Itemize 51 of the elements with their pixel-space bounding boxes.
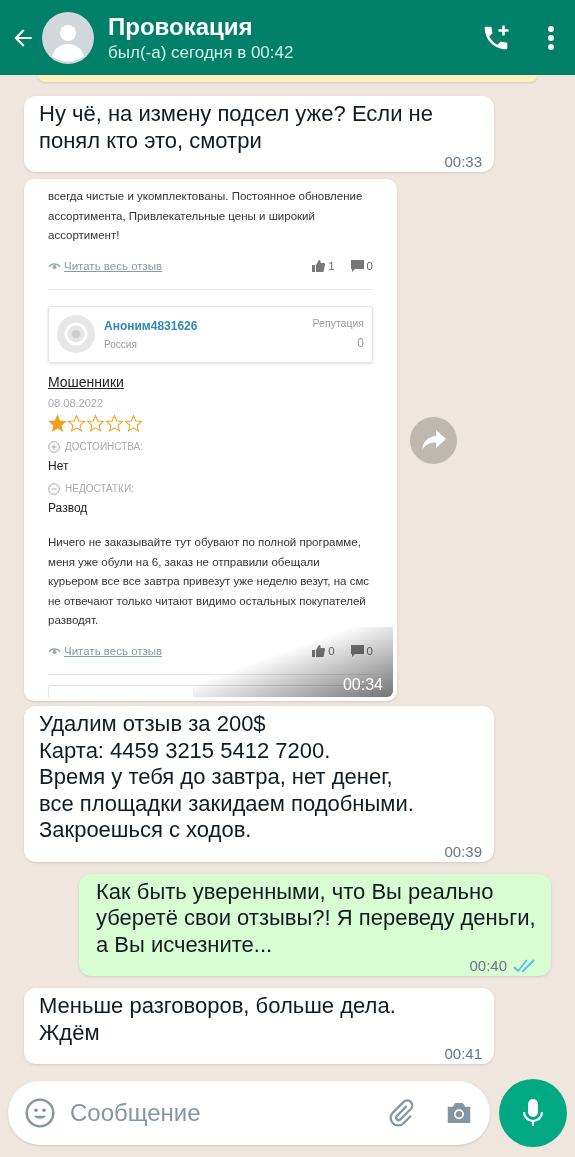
avatar-icon[interactable] (42, 11, 94, 64)
message-text: Как быть уверенными, что Вы реально уберетё свои отзывы?! Я переведу деньги, а Вы исчезните... (96, 878, 537, 958)
message-time: 00:33 (444, 154, 482, 170)
minus-circle-icon (48, 482, 60, 495)
message-text: Удалим отзыв за 200$ Карта: 4459 3215 5412 7200. Время у тебя до завтра, нет денег, все площадки закидаем подобными. Закроешься с ходов. (39, 711, 415, 844)
comment-icon (350, 260, 364, 273)
comment-count: 0 (366, 643, 373, 659)
message-time: 00:40 (469, 958, 507, 974)
review-text: Ничего не заказывайте тут обувают по полной программе, меня уже обули на 6, заказ не отправили обещали курьером все все завтра привезут уже неделю везут, на смс не отвечают только читают видимо остальных покупателей разводят. (48, 535, 371, 629)
contact-name[interactable]: Провокация (108, 11, 481, 42)
empty-star-icon (86, 414, 105, 434)
plus-circle-icon (48, 440, 60, 453)
message-text: Меньше разговоров, больше дела. Ждём (39, 993, 397, 1046)
cons-text: Развод (48, 500, 89, 518)
empty-star-icon (105, 414, 124, 434)
review-title[interactable]: Мошенники (48, 371, 373, 392)
empty-star-icon (124, 414, 143, 434)
message-input-bar[interactable]: Сообщение (8, 1081, 490, 1145)
emoji-icon[interactable] (24, 1097, 56, 1129)
image-message[interactable] (24, 179, 397, 701)
message-text: Ну чё, на измену подсел уже? Если не понял кто это, смотри (39, 101, 434, 154)
author-country: Россия (104, 337, 138, 352)
author-name[interactable]: Аноним4831626 (104, 316, 313, 335)
like-count: 0 (328, 643, 335, 659)
message-input-field[interactable]: Сообщение (70, 1095, 386, 1131)
reputation-label: Репутация (312, 316, 364, 332)
thumbs-up-icon (312, 645, 326, 658)
message-time: 00:39 (444, 843, 482, 860)
filled-star-icon (48, 414, 67, 434)
review-text: всегда чистые и укомплектованы. Постоянное обновление ассортимента, Привлекательные цены и широкий ассортимент! (48, 189, 364, 243)
review-date: 08.08.2022 (48, 395, 105, 411)
read-review-link[interactable]: Читать весь отзыв (64, 257, 163, 275)
eye-icon (48, 261, 61, 272)
avatar-icon (57, 315, 95, 354)
message-time: 00:41 (444, 1046, 482, 1062)
eye-icon (48, 646, 61, 657)
cons-label: НЕДОСТАТКИ: (65, 482, 134, 497)
empty-star-icon (67, 414, 86, 434)
comment-count: 0 (366, 258, 373, 274)
like-count: 1 (328, 258, 335, 274)
share-arrow-icon (421, 430, 446, 450)
last-seen-status: был(-а) сегодня в 00:42 (108, 41, 295, 64)
pros-label: ДОСТОИНСТВА: (65, 440, 144, 455)
pros-text: Нет (48, 458, 70, 476)
message-time: 00:34 (342, 676, 383, 693)
microphone-icon (522, 1098, 544, 1128)
thumbs-up-icon (312, 260, 326, 273)
read-review-link[interactable]: Читать весь отзыв (64, 642, 163, 660)
comment-icon (350, 645, 364, 658)
menu-icon[interactable] (547, 24, 555, 51)
reputation-value: 0 (357, 335, 364, 353)
